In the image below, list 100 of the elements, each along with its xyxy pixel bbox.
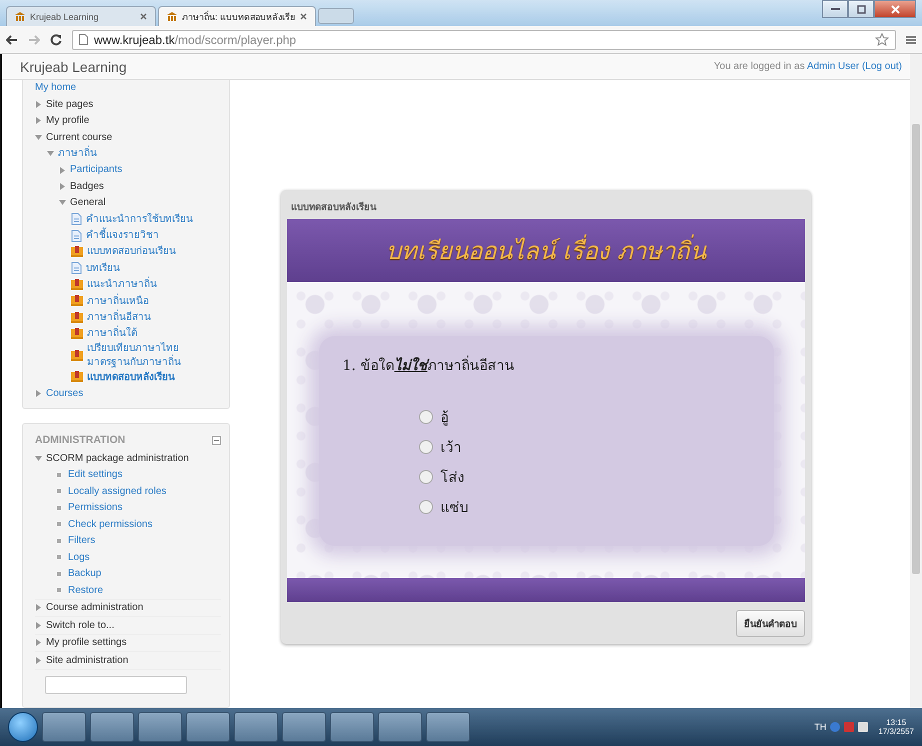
radio-button[interactable]: [418, 440, 432, 454]
page-icon: [71, 213, 82, 226]
forward-icon[interactable]: [28, 34, 40, 44]
close-window-button[interactable]: [874, 0, 916, 18]
nav-item[interactable]: My profile: [46, 114, 90, 128]
nav-item[interactable]: Switch role to...: [46, 618, 114, 632]
bullet-icon: [57, 538, 61, 543]
nav-link[interactable]: Edit settings: [68, 468, 122, 482]
nav-item[interactable]: Course administration: [46, 601, 144, 615]
expand-arrow-icon[interactable]: [35, 622, 42, 629]
browser-tab[interactable]: Krujeab Learning: [6, 6, 156, 26]
package-icon: [71, 328, 83, 340]
nav-link[interactable]: Backup: [68, 567, 102, 581]
nav-item[interactable]: Site administration: [46, 654, 128, 668]
radio-button[interactable]: [418, 410, 432, 424]
address-bar[interactable]: www.krujeab.tk/mod/scorm/player.php: [72, 30, 896, 50]
nav-link[interactable]: คำชี้แจงรายวิชา: [86, 228, 159, 242]
expand-arrow-icon[interactable]: [35, 101, 42, 108]
package-icon: [71, 278, 83, 291]
bullet-icon: [57, 572, 61, 576]
clock-date[interactable]: 17/3/2557: [878, 727, 914, 736]
nav-link[interactable]: ภาษาถิ่นอีสาน: [87, 310, 151, 324]
nav-link[interactable]: ภาษาถิ่น: [58, 147, 97, 160]
collapse-block-icon[interactable]: [212, 436, 221, 445]
collapse-arrow-icon[interactable]: [47, 150, 54, 158]
answer-option[interactable]: อู้: [440, 406, 448, 428]
nav-item[interactable]: Badges: [70, 180, 104, 194]
radio-button[interactable]: [418, 500, 432, 514]
nav-link[interactable]: ภาษาถิ่นใต้: [87, 327, 137, 341]
nav-link[interactable]: Logs: [68, 550, 90, 564]
activity-title: แบบทดสอบหลังเรียน: [290, 200, 378, 215]
nav-item[interactable]: SCORM package administration: [46, 452, 189, 466]
nav-item[interactable]: Current course: [46, 130, 112, 144]
nav-link[interactable]: ภาษาถิ่นเหนือ: [87, 294, 149, 308]
nav-link[interactable]: แบบทดสอบก่อนเรียน: [87, 245, 176, 259]
menu-icon[interactable]: [906, 34, 916, 44]
nav-link[interactable]: Locally assigned roles: [68, 484, 166, 498]
browser-tab[interactable]: ภาษาถิ่น: แบบทดสอบหลังเรีย: [158, 6, 316, 26]
nav-item[interactable]: General: [70, 196, 106, 210]
expand-arrow-icon[interactable]: [35, 656, 42, 664]
collapse-arrow-icon[interactable]: [59, 199, 66, 206]
tab-title: ภาษาถิ่น: แบบทดสอบหลังเรีย: [182, 10, 296, 24]
nav-link[interactable]: แบบทดสอบหลังเรียน: [87, 370, 175, 384]
search-field[interactable]: [45, 676, 187, 694]
nav-link[interactable]: บทเรียน: [86, 262, 120, 276]
nav-item[interactable]: Site pages: [46, 98, 94, 112]
bullet-icon: [57, 489, 61, 494]
nav-link[interactable]: Filters: [68, 534, 96, 548]
radio-button[interactable]: [418, 470, 432, 484]
package-icon: [71, 246, 83, 258]
nav-link[interactable]: Check permissions: [68, 518, 152, 532]
logout-link[interactable]: (Log out): [862, 61, 902, 72]
nav-link[interactable]: Courses: [46, 387, 84, 401]
close-icon: [890, 4, 900, 14]
clock-time[interactable]: 13:15: [886, 718, 906, 727]
expand-arrow-icon[interactable]: [35, 639, 42, 646]
package-icon: [71, 350, 83, 362]
bullet-icon: [57, 506, 61, 510]
answer-option[interactable]: แซ่บ: [440, 496, 468, 518]
language-indicator[interactable]: TH: [814, 722, 826, 732]
question-text: 1. ข้อใดไม่ใช่ภาษาถิ่นอีสาน: [342, 354, 750, 376]
expand-arrow-icon[interactable]: [59, 183, 66, 190]
nav-link[interactable]: Restore: [68, 584, 104, 598]
reload-icon[interactable]: [50, 34, 62, 46]
nav-link[interactable]: แนะนำภาษาถิ่น: [87, 278, 157, 292]
nav-link[interactable]: คำแนะนำการใช้บทเรียน: [86, 212, 193, 226]
bullet-icon: [57, 522, 61, 526]
scrollbar[interactable]: [910, 54, 922, 708]
expand-arrow-icon[interactable]: [35, 390, 42, 398]
new-tab-button[interactable]: [318, 8, 354, 24]
collapse-arrow-icon[interactable]: [35, 454, 42, 462]
page-icon: [71, 230, 82, 242]
user-link[interactable]: Admin User: [806, 61, 860, 72]
star-icon[interactable]: [875, 33, 889, 46]
nav-link[interactable]: Participants: [70, 163, 122, 177]
answer-option[interactable]: โส่ง: [440, 466, 464, 488]
collapse-arrow-icon[interactable]: [35, 134, 42, 141]
expand-arrow-icon[interactable]: [35, 604, 42, 612]
nav-item[interactable]: My profile settings: [46, 636, 127, 650]
back-icon[interactable]: [6, 34, 18, 44]
submit-answer-button[interactable]: ยืนยันคำตอบ: [736, 610, 805, 636]
answer-option[interactable]: เว้า: [440, 436, 462, 458]
start-button[interactable]: [8, 712, 38, 742]
expand-arrow-icon[interactable]: [35, 117, 42, 124]
minimize-button[interactable]: [822, 0, 848, 18]
bullet-icon: [57, 472, 61, 477]
site-logo-icon: [167, 12, 177, 21]
login-info: You are logged in as Admin User (Log out): [714, 61, 902, 72]
close-icon[interactable]: [300, 13, 308, 20]
close-icon[interactable]: [140, 13, 147, 20]
site-name[interactable]: Krujeab Learning: [20, 58, 127, 74]
minimize-icon: [830, 8, 840, 10]
maximize-button[interactable]: [848, 0, 874, 18]
nav-link[interactable]: My home: [35, 81, 76, 95]
url-text: www.krujeab.tk/mod/scorm/player.php: [94, 32, 296, 46]
nav-link[interactable]: เปรียบเทียบภาษาไทยมาตรฐานกับภาษาถิ่น: [87, 342, 221, 370]
page-icon: [79, 34, 88, 45]
nav-link[interactable]: Permissions: [68, 501, 122, 515]
expand-arrow-icon[interactable]: [59, 166, 66, 174]
banner-title: บทเรียนออนไลน์ เรื่อง ภาษาถิ่น: [386, 231, 706, 270]
